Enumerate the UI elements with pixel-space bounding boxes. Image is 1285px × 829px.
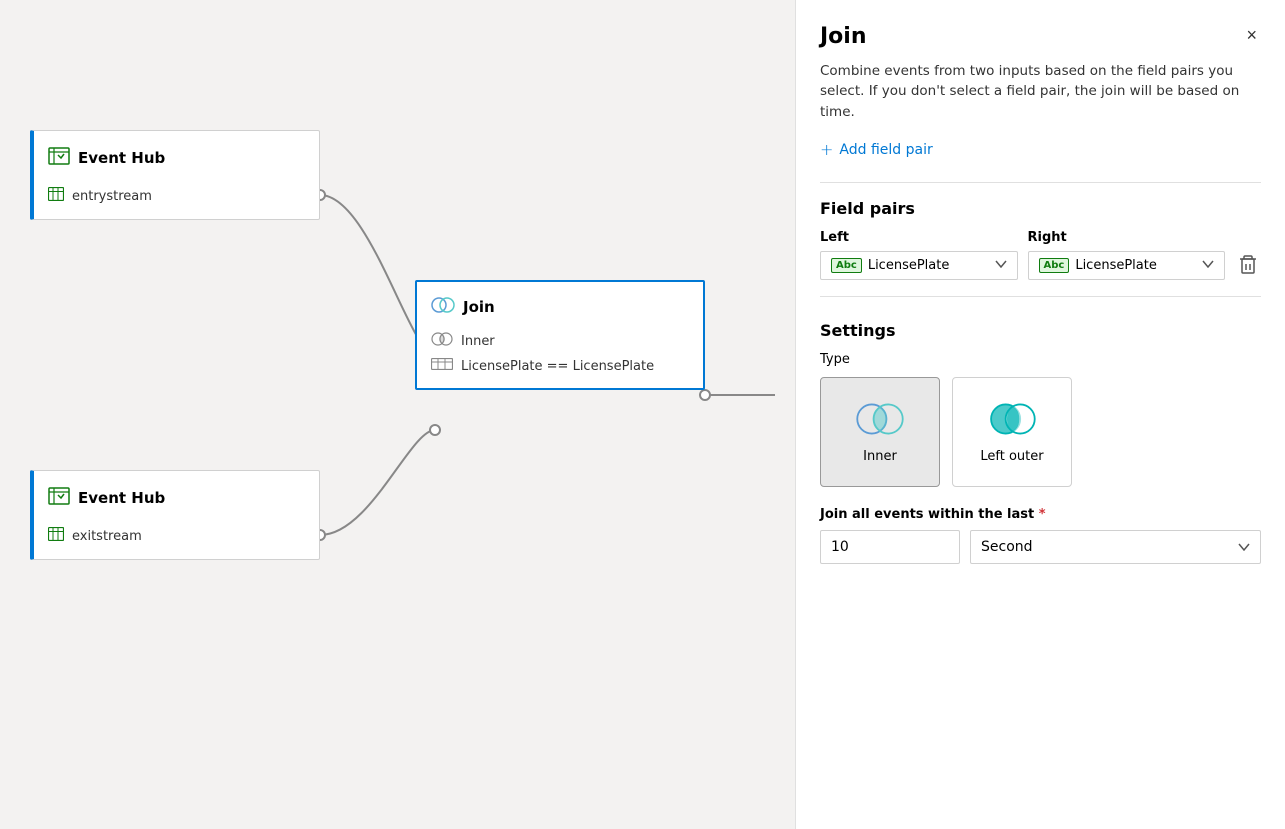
right-abc-badge: Abc [1039,258,1070,273]
right-field-dropdown[interactable]: Abc LicensePlate [1028,251,1226,280]
event-hub-1-title: Event Hub [78,149,165,167]
event-hub-1-body: entrystream [34,181,319,219]
left-field-value: LicensePlate [868,258,989,273]
add-field-pair-label: Add field pair [839,142,932,158]
left-field-col: Left Abc LicensePlate [820,230,1018,280]
event-hub-2-table-icon [48,527,64,545]
event-hub-node-2[interactable]: Event Hub exitstream [30,470,320,560]
join-node-header: Join [417,282,703,328]
join-within-value-input[interactable] [820,530,960,564]
join-condition-icon [431,358,453,374]
right-dropdown-chevron-icon [1202,260,1214,271]
join-unit-select[interactable]: Second [970,530,1261,564]
connections-svg [0,0,795,829]
join-unit-value: Second [981,539,1033,555]
left-field-dropdown[interactable]: Abc LicensePlate [820,251,1018,280]
event-hub-1-stream: entrystream [72,189,152,204]
join-node-icon [431,296,455,318]
inner-venn-icon [852,399,908,439]
panel-header: Join × [820,24,1261,49]
event-hub-node-1[interactable]: Event Hub entrystream [30,130,320,220]
panel-description: Combine events from two inputs based on … [820,61,1261,122]
event-hub-1-table-icon [48,187,64,205]
right-field-value: LicensePlate [1075,258,1196,273]
left-field-label: Left [820,230,1018,245]
field-pairs-title: Field pairs [820,199,1261,218]
right-field-col: Right Abc LicensePlate [1028,230,1226,280]
event-hub-icon-1 [48,145,70,171]
right-field-label: Right [1028,230,1226,245]
panel-title: Join [820,24,867,49]
join-node-title: Join [463,298,495,316]
join-type-label: Inner [461,334,495,349]
event-hub-icon-2 [48,485,70,511]
divider-1 [820,182,1261,183]
left-abc-badge: Abc [831,258,862,273]
canvas-area: Event Hub entrystream [0,0,795,829]
field-pairs-section: Field pairs Left Abc LicensePlate Right … [820,199,1261,296]
settings-title: Settings [820,321,1261,340]
required-star: * [1039,507,1046,522]
add-field-pair-button[interactable]: + Add field pair [820,138,1261,162]
type-inner-label: Inner [863,449,897,464]
settings-section: Settings Type Inner [820,321,1261,564]
event-hub-2-header: Event Hub [34,471,319,521]
type-label: Type [820,352,1261,367]
add-icon: + [820,142,833,158]
join-type-row: Inner [417,328,703,354]
inner-join-icon [431,332,453,350]
join-node[interactable]: Join Inner LicensePlate == [415,280,705,390]
unit-chevron-icon [1238,543,1250,551]
type-left-outer-label: Left outer [980,449,1043,464]
field-pair-row-1: Left Abc LicensePlate Right Abc LicenseP… [820,230,1261,280]
type-card-left-outer[interactable]: Left outer [952,377,1072,487]
join-within-section: Join all events within the last * Second [820,507,1261,564]
event-hub-2-title: Event Hub [78,489,165,507]
join-within-label: Join all events within the last * [820,507,1261,522]
type-card-inner[interactable]: Inner [820,377,940,487]
right-panel: Join × Combine events from two inputs ba… [795,0,1285,829]
left-dropdown-chevron-icon [995,260,1007,271]
left-outer-venn-icon [984,399,1040,439]
type-options: Inner Left outer [820,377,1261,487]
close-button[interactable]: × [1242,24,1261,46]
event-hub-1-header: Event Hub [34,131,319,181]
delete-field-pair-button[interactable] [1235,251,1261,279]
join-condition-text: LicensePlate == LicensePlate [461,359,654,374]
event-hub-2-body: exitstream [34,521,319,559]
divider-2 [820,296,1261,297]
join-condition-row: LicensePlate == LicensePlate [417,354,703,388]
event-hub-2-stream: exitstream [72,529,142,544]
join-within-row: Second [820,530,1261,564]
